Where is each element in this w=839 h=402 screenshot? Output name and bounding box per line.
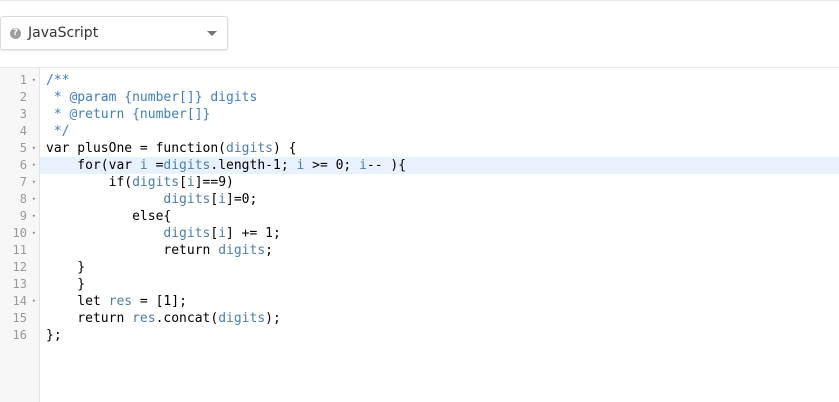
code-line-text: */ [46, 124, 70, 139]
line-number-label: 9 [19, 209, 27, 223]
code-line[interactable]: */ [40, 123, 839, 140]
code-line[interactable]: if(digits[i]==9) [40, 174, 839, 191]
code-line-text: else{ [46, 209, 172, 224]
line-number: 9 ▾ [0, 208, 40, 225]
code-line[interactable]: return digits; [40, 242, 839, 259]
line-number-gutter: 1 ▾ 2 3 4 5 ▾ 6 ▾ 7 ▾ 8 ▾ 9 ▾ 10 ▾ 11 12 13 14 ▾ 15 16 [0, 68, 40, 402]
code-line[interactable]: digits[i] += 1; [40, 225, 839, 242]
code-line[interactable]: return res.concat(digits); [40, 310, 839, 327]
help-icon[interactable]: ? [10, 28, 21, 39]
fold-arrow-icon[interactable]: ▾ [32, 208, 36, 225]
line-number: 4 [0, 123, 40, 140]
fold-arrow-icon[interactable]: ▾ [32, 157, 36, 174]
code-line-text: var plusOne = function(digits) { [46, 141, 297, 156]
line-number-label: 13 [12, 277, 27, 291]
line-number: 11 [0, 242, 40, 259]
line-number: 8 ▾ [0, 191, 40, 208]
code-line[interactable]: let res = [1]; [40, 293, 839, 310]
code-line-text: return res.concat(digits); [46, 311, 281, 326]
fold-arrow-icon[interactable]: ▾ [32, 174, 36, 191]
line-number: 3 [0, 106, 40, 123]
code-line[interactable]: else{ [40, 208, 839, 225]
line-number: 7 ▾ [0, 174, 40, 191]
line-number-label: 2 [19, 90, 27, 104]
code-line-text: return digits; [46, 243, 273, 258]
line-number-label: 5 [19, 141, 27, 155]
code-line[interactable]: for(var i =digits.length-1; i >= 0; i-- … [40, 157, 839, 174]
code-line[interactable]: * @return {number[]} [40, 106, 839, 123]
code-line[interactable]: * @param {number[]} digits [40, 89, 839, 106]
line-number: 5 ▾ [0, 140, 40, 157]
code-line-text: * @param {number[]} digits [46, 90, 258, 105]
code-line-text: let res = [1]; [46, 294, 187, 309]
code-line[interactable]: } [40, 259, 839, 276]
fold-arrow-icon[interactable]: ▾ [32, 293, 36, 310]
line-number-label: 15 [12, 311, 27, 325]
code-line[interactable]: digits[i]=0; [40, 191, 839, 208]
code-line-text: if(digits[i]==9) [46, 175, 234, 190]
fold-arrow-icon[interactable]: ▾ [32, 140, 36, 157]
code-line[interactable]: var plusOne = function(digits) { [40, 140, 839, 157]
line-number: 14 ▾ [0, 293, 40, 310]
line-number: 2 [0, 89, 40, 106]
code-line-text: * @return {number[]} [46, 107, 211, 122]
language-label: JavaScript [28, 25, 99, 41]
code-line[interactable]: } [40, 276, 839, 293]
line-number: 13 [0, 276, 40, 293]
code-line-text: for(var i =digits.length-1; i >= 0; i-- … [46, 158, 407, 173]
editor-toolbar: ? JavaScript [0, 1, 839, 68]
code-editor[interactable]: 1 ▾ 2 3 4 5 ▾ 6 ▾ 7 ▾ 8 ▾ 9 ▾ 10 ▾ 11 12 13 14 ▾ 15 16 /** * @p… [0, 68, 839, 402]
chevron-down-icon [207, 31, 217, 36]
line-number-label: 10 [12, 226, 27, 240]
code-line[interactable]: }; [40, 327, 839, 344]
line-number-label: 16 [12, 328, 27, 342]
line-number-label: 8 [19, 192, 27, 206]
code-line-text: }; [46, 328, 62, 343]
line-number: 10 ▾ [0, 225, 40, 242]
line-number: 1 ▾ [0, 72, 40, 89]
line-number: 16 [0, 327, 40, 344]
line-number: 15 [0, 310, 40, 327]
code-line-text: } [46, 260, 86, 275]
fold-arrow-icon[interactable]: ▾ [32, 225, 36, 242]
line-number: 12 [0, 259, 40, 276]
line-number-label: 11 [12, 243, 27, 257]
code-line-text: /** [46, 73, 70, 88]
line-number-label: 3 [19, 107, 27, 121]
line-number-label: 6 [19, 158, 27, 172]
code-editor-window: ? JavaScript 1 ▾ 2 3 4 5 ▾ 6 ▾ 7 ▾ 8 ▾ 9 ▾ 10 ▾ 11 12 13 14 ▾… [0, 0, 839, 402]
line-number-label: 12 [12, 260, 27, 274]
line-number-label: 14 [12, 294, 27, 308]
fold-arrow-icon[interactable]: ▾ [32, 191, 36, 208]
fold-arrow-icon[interactable]: ▾ [32, 72, 36, 89]
line-number-label: 1 [19, 73, 27, 87]
code-line-text: } [46, 277, 86, 292]
line-number-label: 4 [19, 124, 27, 138]
code-line[interactable]: /** [40, 72, 839, 89]
code-line-text: digits[i]=0; [163, 192, 258, 207]
line-number-label: 7 [19, 175, 27, 189]
line-number: 6 ▾ [0, 157, 40, 174]
code-area[interactable]: /** * @param {number[]} digits * @return… [40, 68, 839, 402]
language-select[interactable]: ? JavaScript [0, 16, 228, 50]
code-line-text: digits[i] += 1; [163, 226, 281, 241]
